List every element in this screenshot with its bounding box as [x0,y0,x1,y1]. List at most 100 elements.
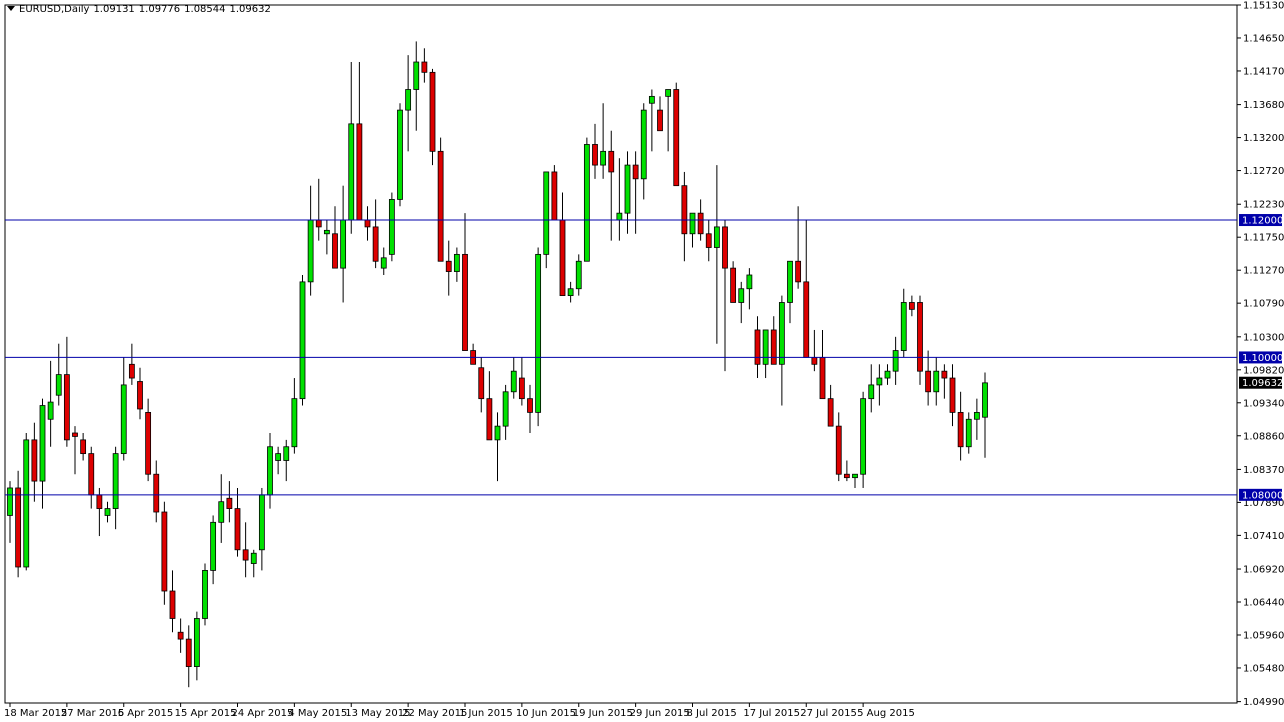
candle-bear [592,144,598,166]
candle-bull [494,425,501,441]
candle-bear [957,411,964,448]
x-tick-label: 27 Mar 2015 [61,708,124,719]
candle-bear [421,61,428,73]
candle-bull [600,150,607,166]
candle-bear [445,260,452,272]
x-tick-label: 17 Jul 2015 [743,708,800,719]
candle-bear [843,473,850,479]
candle-bear [226,497,233,509]
y-tick-label: 1.10790 [1243,299,1284,310]
candle-bear [795,260,802,283]
y-tick-label: 1.07410 [1243,531,1284,542]
y-tick-label: 1.12720 [1243,166,1284,177]
candle-bull [453,253,460,272]
candle-bear [803,281,810,358]
candle-bear [770,329,777,365]
candle-bull [291,398,298,448]
x-tick-label: 8 Jul 2015 [687,708,737,719]
candle-bear [185,638,192,667]
candle-bull [340,219,347,269]
candle-bear [681,185,688,235]
candle-bear [705,233,712,248]
candle-bull [860,398,867,475]
candle-bull [892,350,899,372]
candle-bull [535,253,542,413]
candle-bull [738,288,745,303]
candle-bull [689,212,696,235]
y-tick-label: 1.13680 [1243,100,1284,111]
candle-bear [917,302,923,372]
open-value: 1.09131 [93,4,135,15]
plot-frame [4,4,1238,704]
candle-bear [128,363,135,379]
candle-bull [567,288,574,297]
chart-canvas: 1.15130 1.14650 1.14170 1.13680 1.13200 1.127… [4,1,1284,720]
horizontal-line-label: 1.10000 [1242,353,1283,364]
candle-bear [835,425,842,475]
candle-bear [15,487,22,568]
candle-bull [39,405,46,482]
candle-bull [746,274,753,290]
candle-bear [63,374,70,441]
candle-bull [616,212,623,221]
candle-bull [7,487,13,516]
candle-bull [258,494,265,551]
candle-bear [372,226,379,262]
y-tick-label: 1.06920 [1243,565,1284,576]
x-tick-label: 4 May 2015 [288,708,347,719]
candle-bear [657,109,663,132]
y-tick-label: 1.08370 [1243,465,1284,476]
y-tick-label: 1.08860 [1243,431,1284,442]
y-tick-label: 1.09340 [1243,398,1284,409]
candle-bear [234,508,241,551]
candle-bull [193,618,200,667]
y-tick-label: 1.05960 [1243,630,1284,641]
x-tick-label: 1 Jun 2015 [459,708,513,719]
y-tick-label: 1.05480 [1243,663,1284,674]
candle-bull [583,144,590,262]
x-tick-label: 22 May 2015 [402,708,467,719]
candle-bull [965,418,972,448]
horizontal-line-label: 1.12000 [1242,216,1283,227]
y-tick-label: 1.14170 [1243,66,1284,77]
candle-bull [104,508,111,516]
candle-bull [510,370,517,393]
candle-bull [210,521,217,571]
candle-bull [275,453,282,461]
candle-bear [754,329,761,365]
candle-bull [112,453,119,509]
candle-bear [72,432,78,437]
candle-bear [169,590,176,619]
x-tick-label: 6 Apr 2015 [118,708,173,719]
candle-bear [632,164,639,180]
chart-header: EURUSD,Daily 1.09131 1.09776 1.08544 1.09632 [7,4,275,15]
candle-bull [868,384,875,400]
candle-bull [640,109,647,180]
candle-bear [429,71,436,152]
x-tick-label: 19 Jun 2015 [573,708,633,719]
candle-bear [478,367,485,400]
y-tick-label: 1.12230 [1243,200,1284,211]
candle-bull [933,370,940,393]
candle-bull [973,411,980,420]
x-tick-label: 13 May 2015 [345,708,410,719]
candle-bear [31,439,38,482]
candle-bull [299,281,306,400]
candle-bear [673,89,680,187]
dropdown-triangle-icon[interactable] [7,6,15,11]
candle-bear [527,398,533,413]
x-tick-label: 29 Jun 2015 [630,708,690,719]
candle-bear [153,473,160,513]
candle-bear [242,549,249,561]
y-tick-label: 1.04990 [1243,697,1284,708]
candle-bear [80,439,87,455]
candle-bull [543,171,550,255]
candle-bear [518,377,525,400]
candle-bull [23,439,30,568]
candle-bull [202,570,208,619]
candle-bull [55,374,62,396]
x-tick-label: 5 Aug 2015 [857,708,915,719]
candle-bull [405,89,412,111]
candle-bear [941,370,948,379]
candle-bear [88,453,95,496]
